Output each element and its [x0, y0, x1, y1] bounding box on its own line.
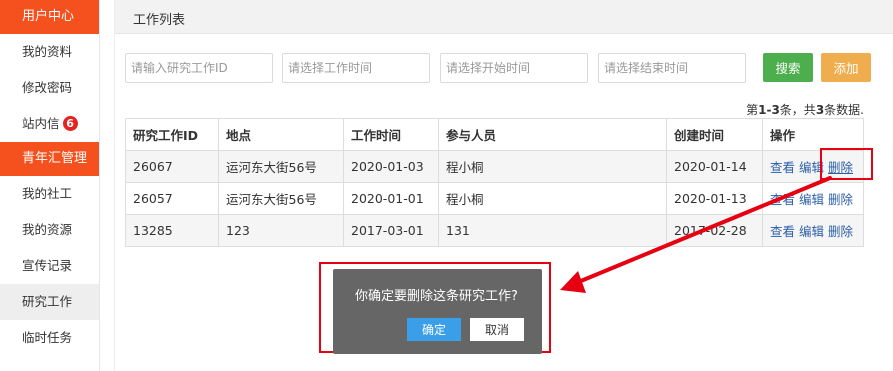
cell-place: 运河东大街56号: [218, 150, 344, 183]
result-summary: 第1-3条，共3条数据.: [746, 103, 864, 117]
column-header: 研究工作ID: [125, 118, 219, 151]
sidebar-section-user-center: 用户中心: [0, 0, 99, 34]
delete-link[interactable]: 删除: [828, 192, 853, 207]
table-row: 26067 运河东大街56号 2020-01-03 程小桐 2020-01-14…: [125, 150, 864, 183]
cell-id: 13285: [125, 214, 219, 247]
cell-id: 26057: [125, 182, 219, 215]
panel-header: 工作列表: [115, 0, 893, 34]
sidebar-item-research-work[interactable]: 研究工作: [0, 284, 99, 320]
sidebar-item-my-resources[interactable]: 我的资源: [0, 212, 99, 248]
cell-actions: 查看 编辑 删除: [762, 214, 864, 247]
sidebar-item-change-password[interactable]: 修改密码: [0, 70, 99, 106]
sidebar-item-label: 修改密码: [22, 80, 73, 95]
cell-created: 2017-02-28: [666, 214, 763, 247]
sidebar-item-temp-tasks[interactable]: 临时任务: [0, 320, 99, 356]
work-id-input[interactable]: [125, 53, 273, 83]
table-header-row: 研究工作ID 地点 工作时间 参与人员 创建时间 操作: [125, 118, 864, 151]
cell-id: 26067: [125, 150, 219, 183]
sidebar-item-label: 站内信: [22, 116, 60, 131]
table-row: 13285 123 2017-03-01 131 2017-02-28 查看 编辑…: [125, 214, 864, 247]
sidebar-item-label: 临时任务: [22, 330, 73, 345]
sidebar-item-inbox[interactable]: 站内信 6: [0, 106, 99, 142]
column-header: 地点: [218, 118, 344, 151]
cell-place: 123: [218, 214, 344, 247]
sidebar-section-youth-management: 青年汇管理: [0, 142, 99, 176]
page-title: 工作列表: [133, 13, 186, 28]
cell-work-time: 2020-01-03: [343, 150, 439, 183]
cell-work-time: 2020-01-01: [343, 182, 439, 215]
unread-count-badge: 6: [62, 116, 78, 131]
add-button[interactable]: 添加: [821, 53, 871, 82]
delete-highlight-box: [820, 148, 873, 180]
work-table: 研究工作ID 地点 工作时间 参与人员 创建时间 操作 26067 运河东大街5…: [125, 118, 864, 247]
start-time-input[interactable]: [440, 53, 588, 83]
sidebar-item-publicity-records[interactable]: 宣传记录: [0, 248, 99, 284]
cell-people: 程小桐: [438, 182, 667, 215]
sidebar-item-label: 宣传记录: [22, 258, 73, 273]
end-time-input[interactable]: [598, 53, 746, 83]
sidebar-item-label: 研究工作: [22, 294, 73, 309]
column-header: 操作: [762, 118, 864, 151]
table-row: 26057 运河东大街56号 2020-01-01 程小桐 2020-01-13…: [125, 182, 864, 215]
column-header: 创建时间: [666, 118, 763, 151]
sidebar-item-label: 我的资料: [22, 44, 73, 59]
edit-link[interactable]: 编辑: [799, 224, 824, 239]
view-link[interactable]: 查看: [770, 192, 795, 207]
edit-link[interactable]: 编辑: [799, 192, 824, 207]
sidebar-item-my-social-workers[interactable]: 我的社工: [0, 176, 99, 212]
cell-people: 程小桐: [438, 150, 667, 183]
view-link[interactable]: 查看: [770, 224, 795, 239]
cell-place: 运河东大街56号: [218, 182, 344, 215]
delete-link[interactable]: 删除: [828, 224, 853, 239]
cell-created: 2020-01-14: [666, 150, 763, 183]
view-link[interactable]: 查看: [770, 160, 795, 175]
dialog-message: 你确定要删除这条研究工作?: [355, 289, 518, 304]
cancel-button[interactable]: 取消: [470, 318, 524, 341]
cell-people: 131: [438, 214, 667, 247]
confirm-delete-dialog: 你确定要删除这条研究工作? 确定 取消: [333, 269, 542, 354]
sidebar: 用户中心 我的资料 修改密码 站内信 6 青年汇管理 我的社工 我的资源 宣传记录…: [0, 0, 100, 371]
sidebar-item-label: 我的社工: [22, 186, 73, 201]
cell-actions: 查看 编辑 删除: [762, 182, 864, 215]
column-header: 参与人员: [438, 118, 667, 151]
column-header: 工作时间: [343, 118, 439, 151]
search-button[interactable]: 搜索: [763, 53, 813, 82]
cell-created: 2020-01-13: [666, 182, 763, 215]
work-time-input[interactable]: [282, 53, 430, 83]
sidebar-item-label: 我的资源: [22, 222, 73, 237]
sidebar-item-my-profile[interactable]: 我的资料: [0, 34, 99, 70]
cell-work-time: 2017-03-01: [343, 214, 439, 247]
confirm-button[interactable]: 确定: [407, 318, 461, 341]
